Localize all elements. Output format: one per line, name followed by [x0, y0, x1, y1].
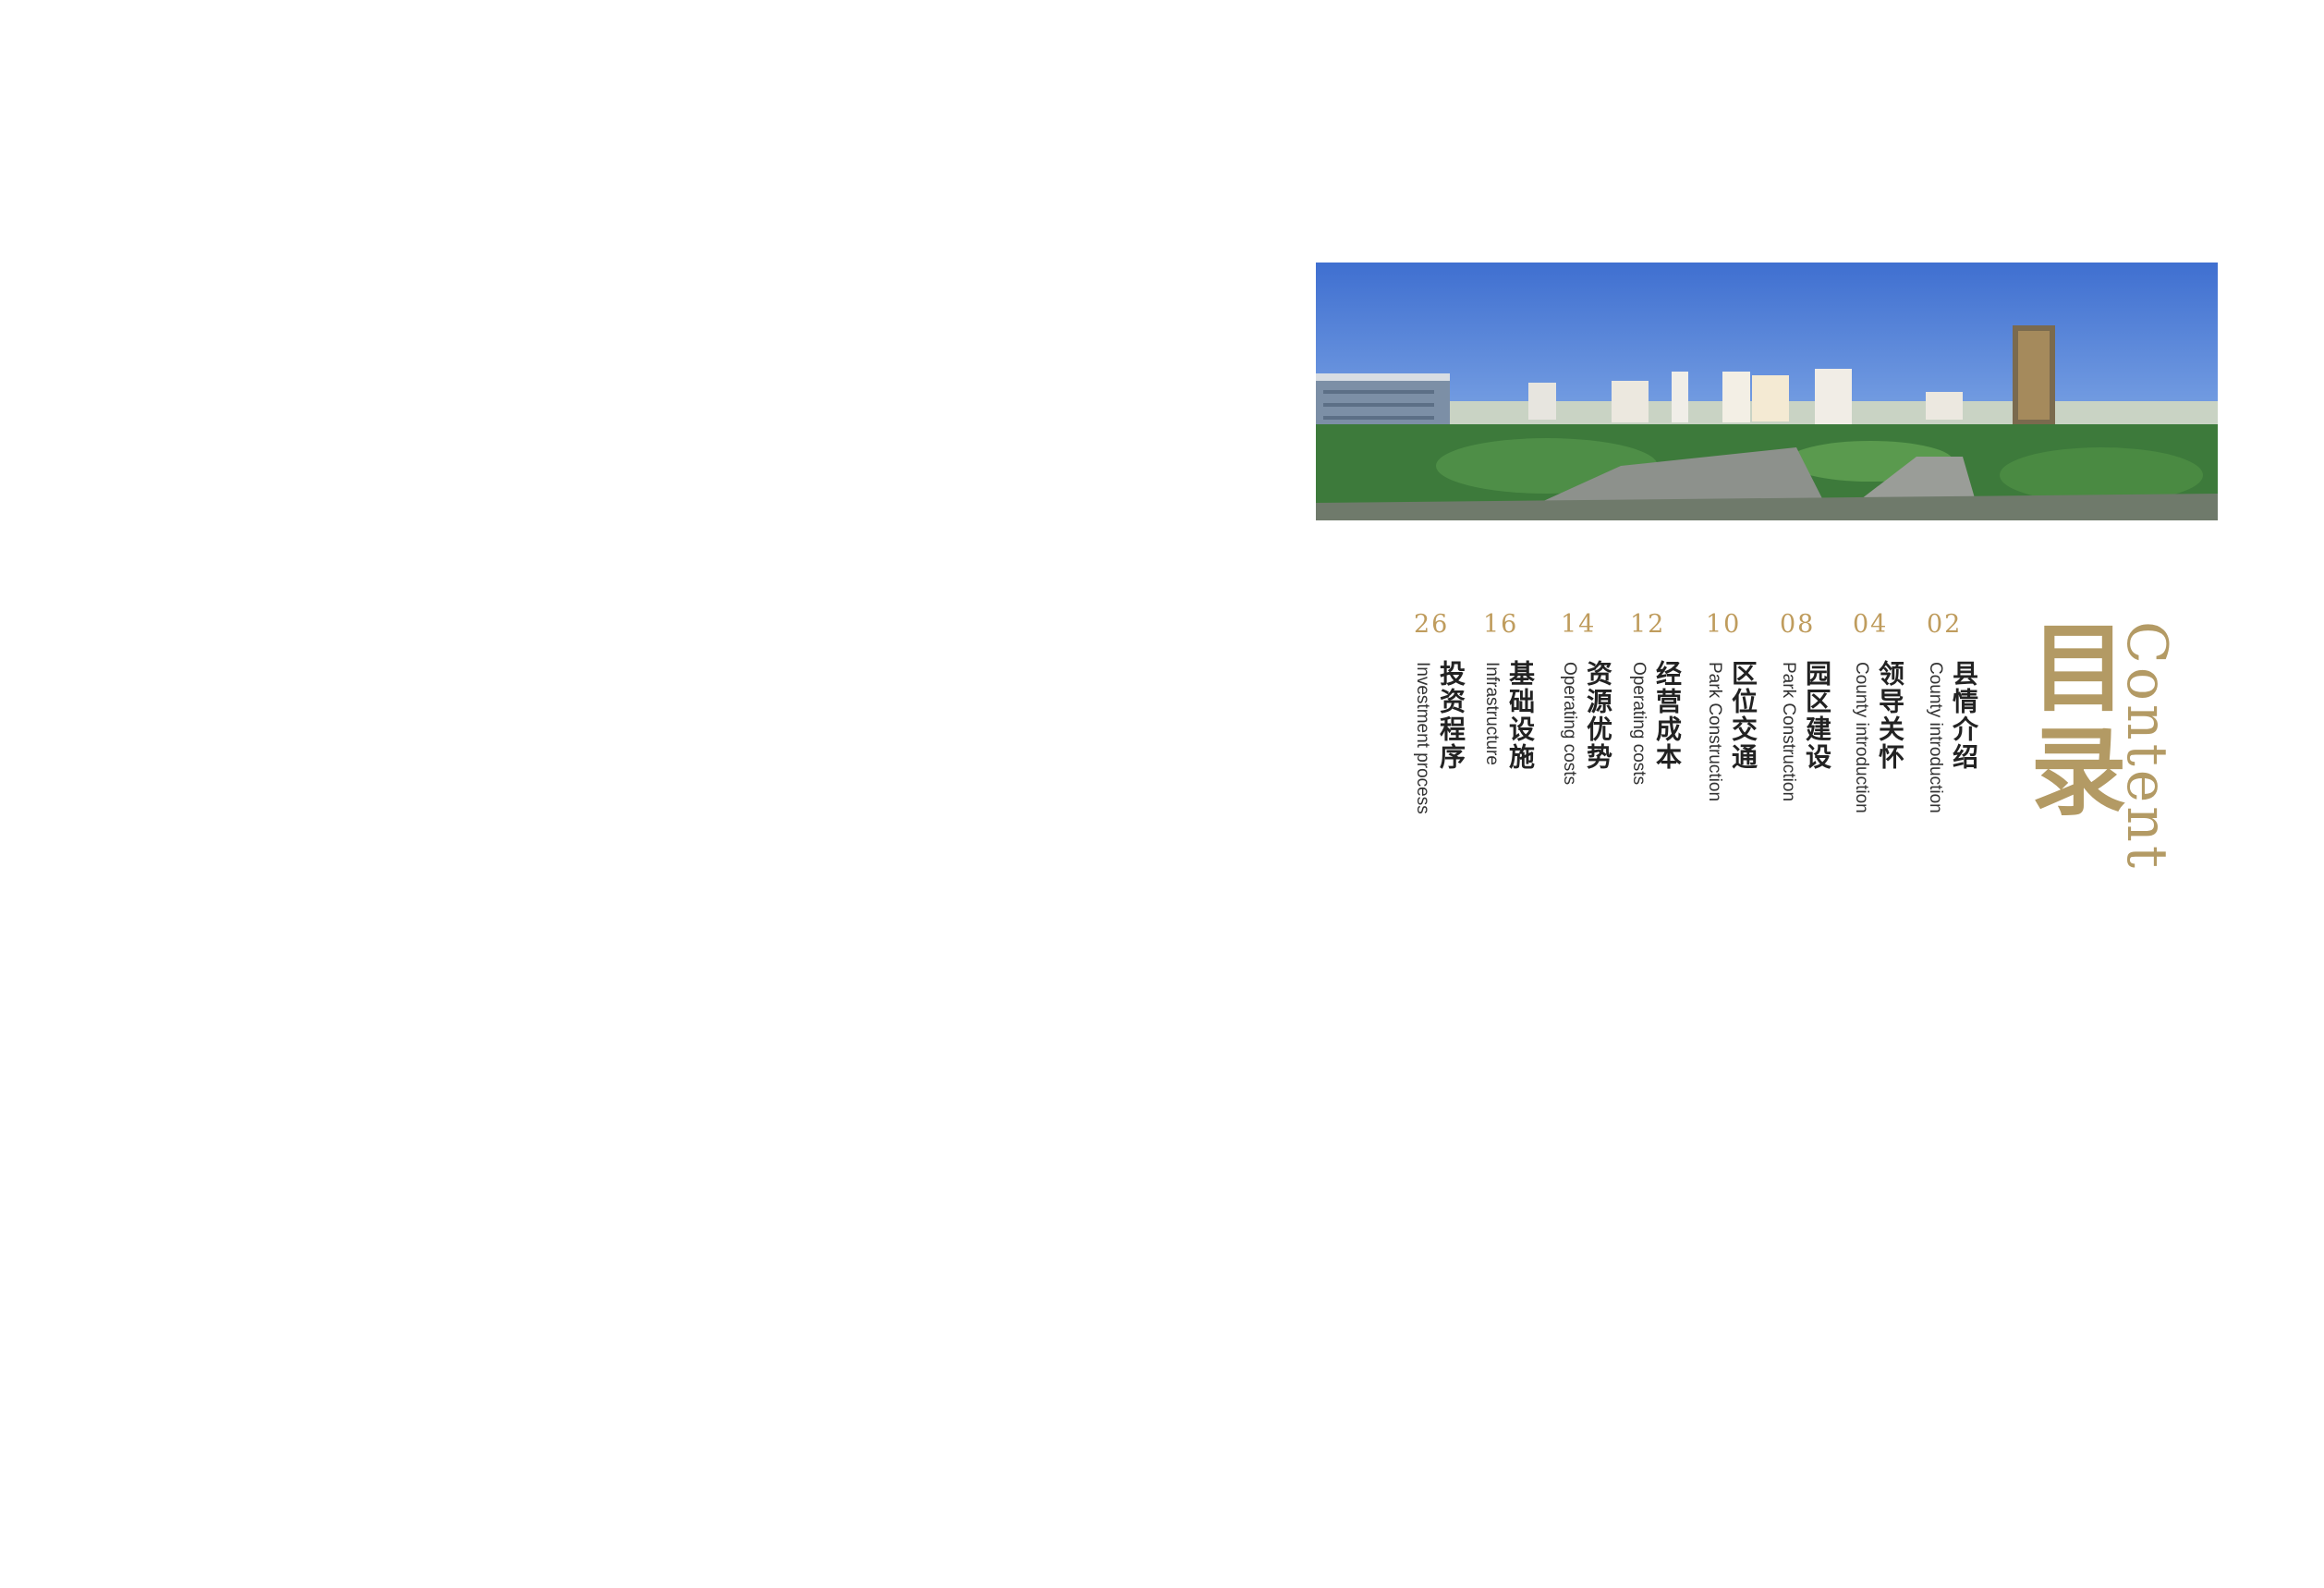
toc-title-english: Content [2114, 621, 2179, 873]
toc-page-number: 14 [1561, 610, 1597, 639]
toc-title-cn: 资源优势 [1583, 660, 1613, 771]
toc-page-number: 02 [1927, 610, 1963, 639]
toc-item[interactable]: 16 基础设施 Infrastructure [1482, 610, 1557, 850]
toc-title-en: Operating costs [1560, 662, 1579, 786]
toc-page-number: 26 [1414, 610, 1450, 639]
toc-item[interactable]: 10 区位交通 Park Construction [1705, 610, 1780, 850]
toc-title-en: Park Construction [1705, 662, 1724, 802]
toc-page-number: 04 [1853, 610, 1889, 639]
toc-title-cn: 基础设施 [1505, 660, 1536, 771]
toc-title-cn: 县情介绍 [1949, 660, 1979, 771]
toc-item[interactable]: 02 县情介绍 County introduction [1926, 610, 2001, 850]
toc-title-chinese: 目录 [2014, 617, 2126, 825]
toc-title-cn: 经营成本 [1652, 660, 1683, 771]
toc-page-number: 12 [1630, 610, 1666, 639]
toc-page-number: 10 [1706, 610, 1742, 639]
toc-item[interactable]: 08 园区建设 Park Construction [1779, 610, 1854, 850]
toc-item[interactable]: 12 经营成本 Operating costs [1629, 610, 1704, 850]
toc-title-cn: 园区建设 [1802, 660, 1832, 771]
toc-title-cn: 投资程序 [1436, 660, 1466, 771]
toc-title-en: Investment process [1413, 662, 1432, 814]
toc-page-number: 16 [1483, 610, 1519, 639]
toc-page-number: 08 [1780, 610, 1816, 639]
toc-title-cn: 领导关怀 [1875, 660, 1905, 771]
toc-item[interactable]: 04 领导关怀 County introduction [1852, 610, 1927, 850]
toc-item[interactable]: 26 投资程序 Investment process [1413, 610, 1488, 850]
toc-item[interactable]: 14 资源优势 Operating costs [1560, 610, 1635, 850]
toc-title-cn: 区位交通 [1728, 660, 1758, 771]
city-panorama-photo [1316, 263, 2218, 520]
